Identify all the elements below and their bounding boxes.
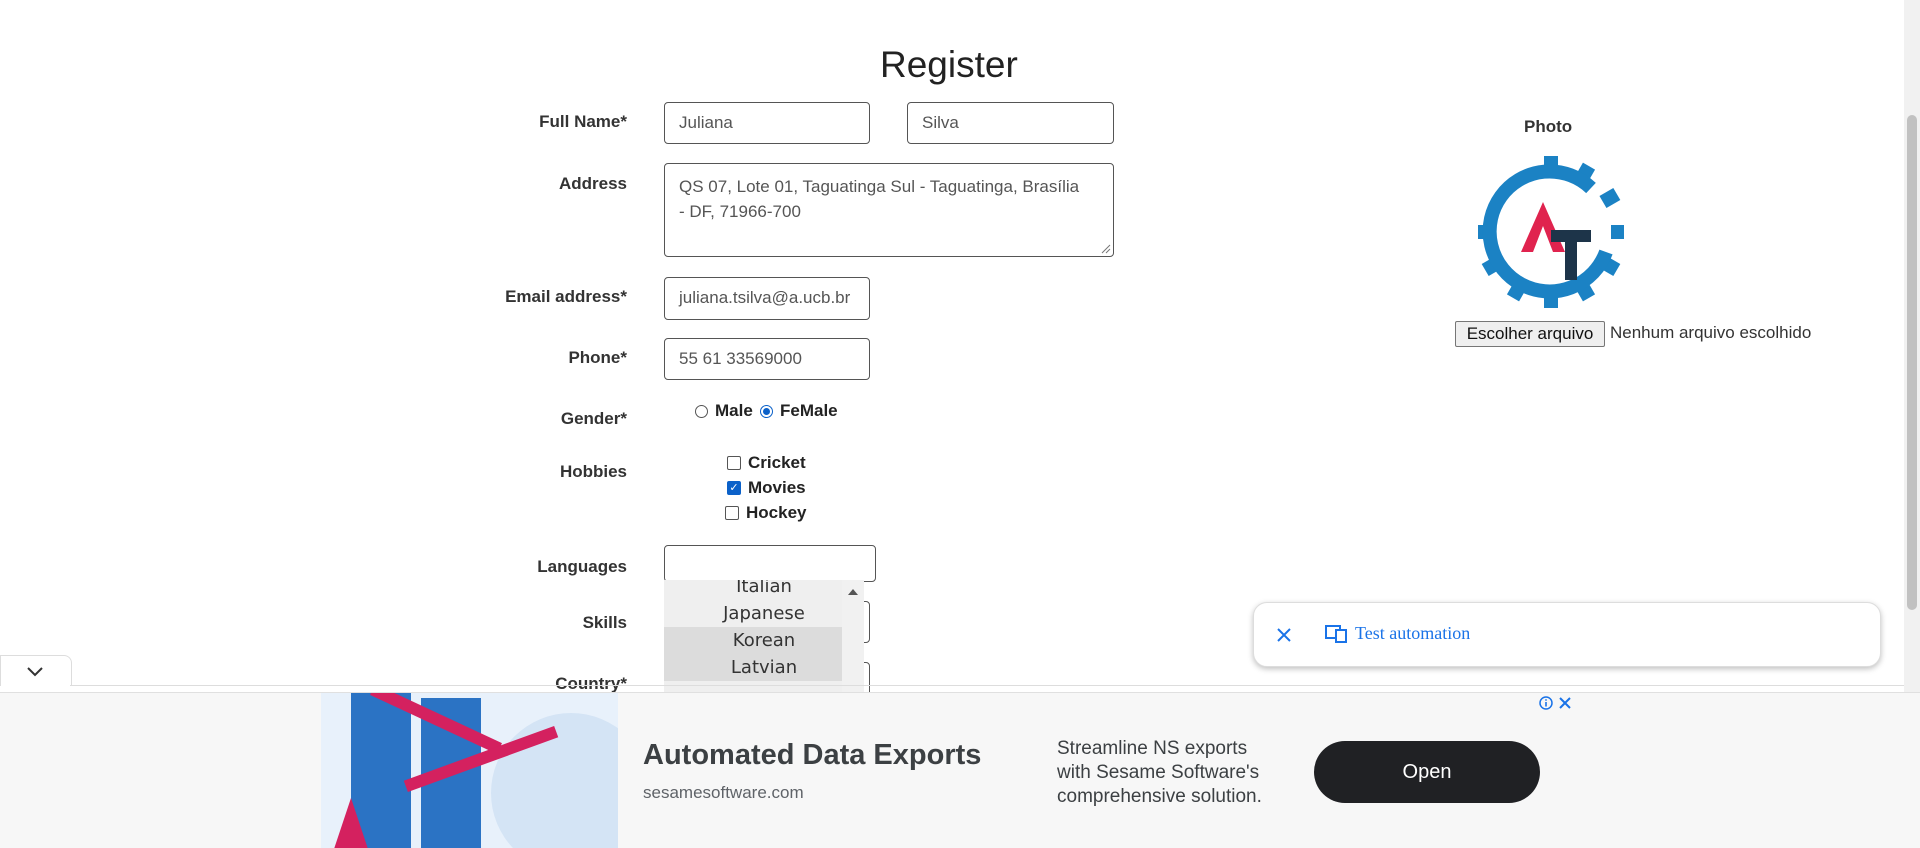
language-option[interactable]: Latvian bbox=[664, 654, 864, 681]
divider bbox=[70, 685, 1904, 686]
languages-input[interactable] bbox=[664, 545, 876, 582]
hobby-movies-checkbox[interactable]: ✓ bbox=[727, 481, 741, 495]
languages-dropdown[interactable]: Italian Japanese Korean Latvian bbox=[664, 580, 864, 692]
close-icon[interactable] bbox=[1277, 628, 1291, 642]
photo-label: Photo bbox=[1524, 117, 1573, 136]
language-option[interactable]: Japanese bbox=[664, 600, 864, 627]
no-file-text: Nenhum arquivo escolhido bbox=[1610, 323, 1812, 342]
hobby-cricket-checkbox[interactable] bbox=[727, 456, 741, 470]
gender-female-label: FeMale bbox=[780, 401, 838, 420]
ad-body-line: comprehensive solution. bbox=[1057, 786, 1262, 807]
scrollbar-thumb[interactable] bbox=[1907, 115, 1917, 610]
hobby-hockey-label: Hockey bbox=[746, 503, 807, 522]
language-option[interactable]: Italian bbox=[664, 580, 864, 600]
ad-banner: Automated Data Exports sesamesoftware.co… bbox=[0, 692, 1920, 848]
address-line-2: - DF, 71966-700 bbox=[679, 202, 801, 221]
toast-link[interactable]: Test automation bbox=[1355, 623, 1470, 644]
resize-handle-icon[interactable] bbox=[1101, 244, 1111, 254]
gender-female-radio[interactable] bbox=[760, 405, 773, 418]
ad-image-panel bbox=[351, 693, 411, 848]
page-title: Register bbox=[880, 44, 1018, 85]
first-name-input[interactable]: Juliana bbox=[664, 102, 870, 144]
email-label: Email address* bbox=[505, 287, 627, 306]
ad-open-button[interactable]: Open bbox=[1314, 741, 1540, 803]
gender-male-label: Male bbox=[715, 401, 753, 420]
close-icon[interactable] bbox=[1559, 697, 1571, 709]
ad-body-line: Streamline NS exports bbox=[1057, 738, 1248, 759]
country-label: Country* bbox=[555, 674, 627, 693]
phone-input[interactable]: 55 61 33569000 bbox=[664, 338, 870, 380]
skills-label: Skills bbox=[582, 613, 627, 632]
ad-body: Streamline NS exports with Sesame Softwa… bbox=[1057, 737, 1262, 809]
chevron-down-icon[interactable] bbox=[27, 667, 43, 677]
devices-icon bbox=[1325, 625, 1347, 643]
ad-domain[interactable]: sesamesoftware.com bbox=[643, 783, 804, 803]
gender-male-radio[interactable] bbox=[695, 405, 708, 418]
scroll-up-icon[interactable] bbox=[848, 589, 858, 595]
ad-headline[interactable]: Automated Data Exports bbox=[643, 739, 981, 772]
last-name-input[interactable]: Silva bbox=[907, 102, 1114, 144]
phone-label: Phone* bbox=[568, 348, 627, 367]
email-input[interactable]: juliana.tsilva@a.ucb.br bbox=[664, 277, 870, 320]
hobbies-label: Hobbies bbox=[559, 462, 627, 481]
languages-label: Languages bbox=[537, 557, 627, 576]
page-scrollbar[interactable] bbox=[1904, 0, 1920, 692]
full-name-label: Full Name* bbox=[539, 112, 627, 131]
hobby-movies-label: Movies bbox=[748, 478, 806, 497]
address-textarea[interactable]: QS 07, Lote 01, Taguatinga Sul - Taguati… bbox=[664, 163, 1114, 257]
collapse-tab[interactable] bbox=[0, 655, 72, 686]
info-icon[interactable] bbox=[1539, 696, 1553, 710]
choose-file-button[interactable]: Escolher arquivo bbox=[1455, 321, 1605, 347]
ad-image[interactable] bbox=[321, 693, 618, 848]
logo-image bbox=[1478, 156, 1624, 308]
dropdown-scrollbar[interactable] bbox=[842, 580, 864, 692]
ad-body-line: with Sesame Software's bbox=[1057, 762, 1260, 783]
hobby-cricket-label: Cricket bbox=[748, 453, 806, 472]
address-label: Address bbox=[558, 174, 627, 193]
hobby-hockey-checkbox[interactable] bbox=[725, 506, 739, 520]
gender-label: Gender* bbox=[560, 409, 627, 428]
toast-panel: Test automation bbox=[1253, 602, 1881, 667]
language-option[interactable]: Korean bbox=[664, 627, 864, 654]
address-line-1: QS 07, Lote 01, Taguatinga Sul - Taguati… bbox=[679, 177, 1080, 196]
